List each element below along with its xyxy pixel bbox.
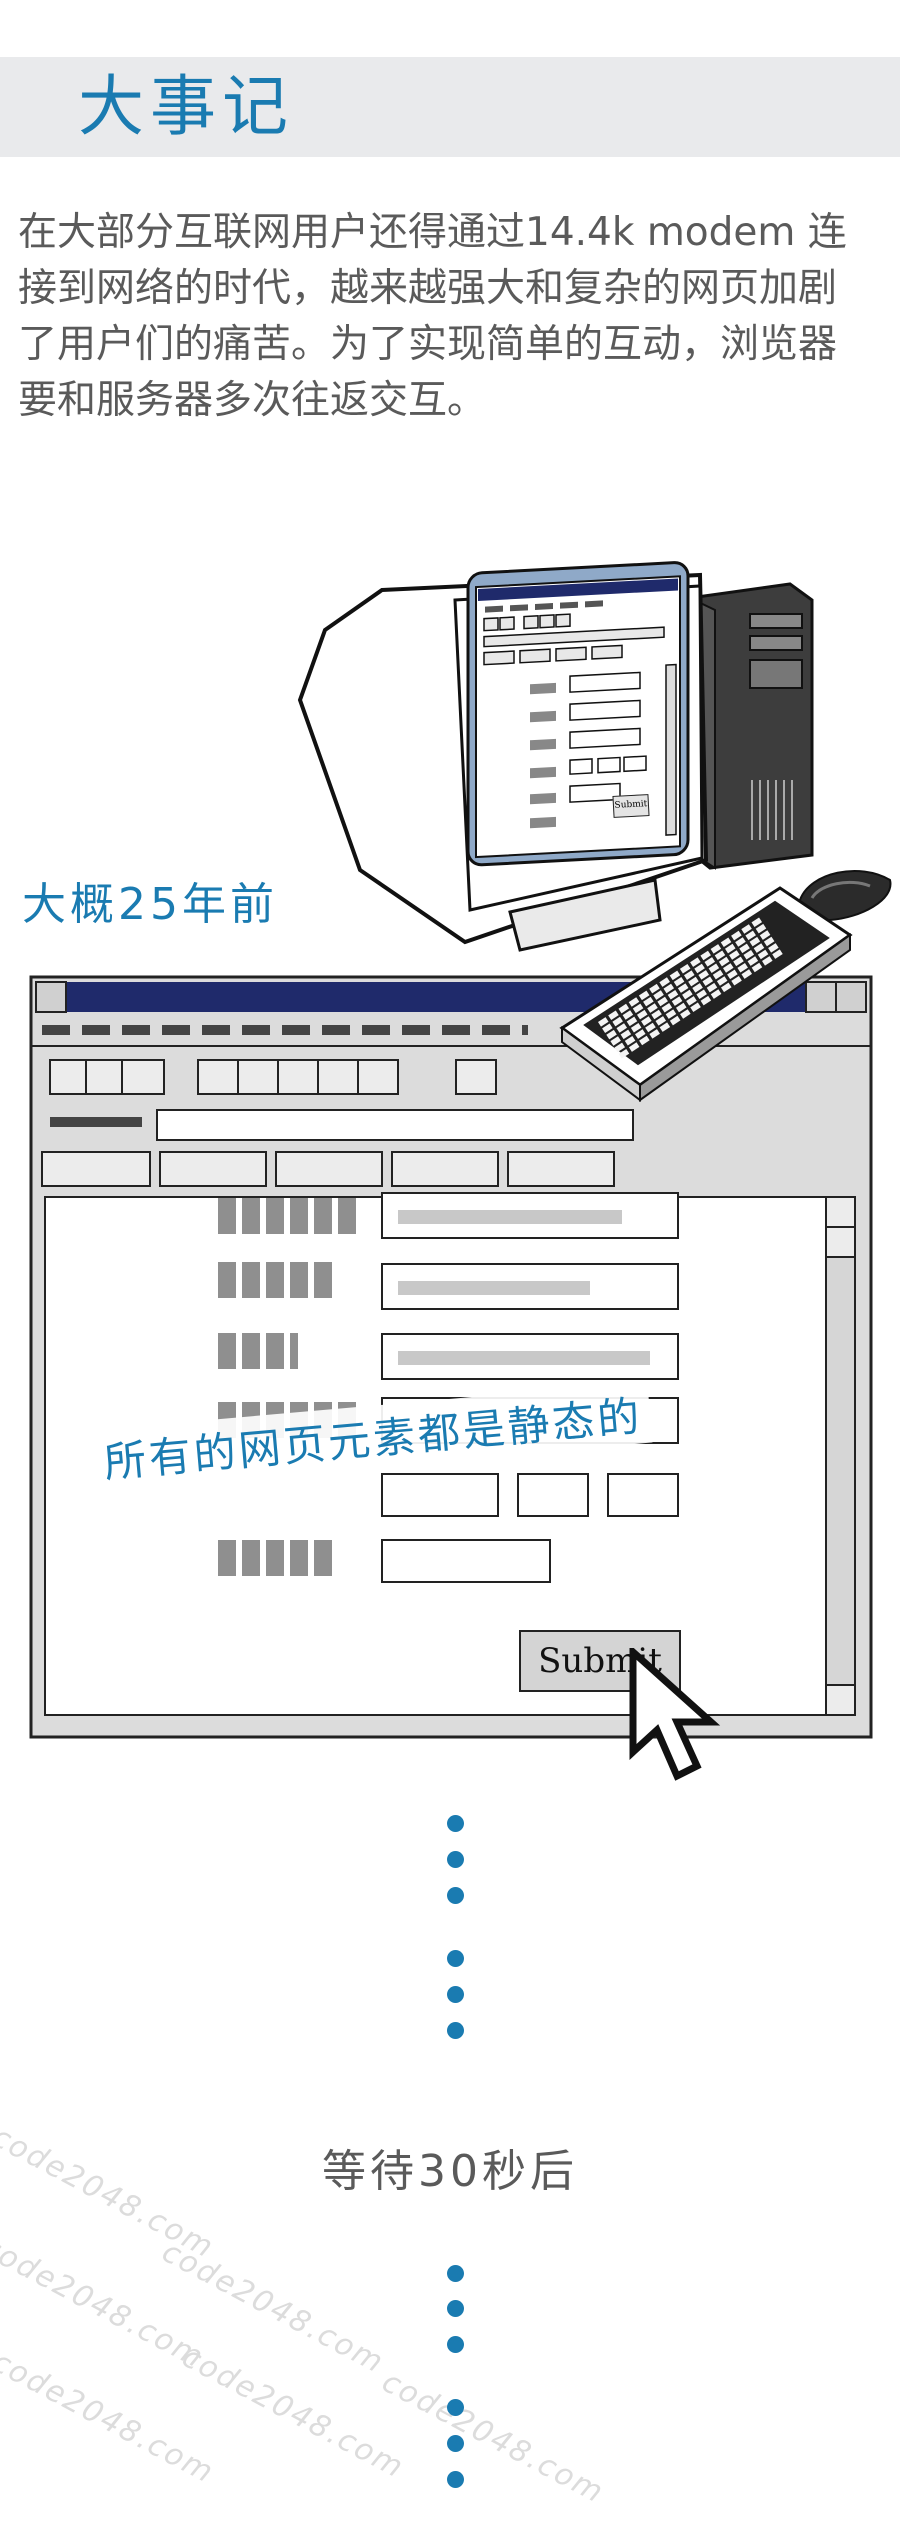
timeline-dot [447,2471,464,2488]
timeline-dot [447,2265,464,2282]
timeline-dot [447,2300,464,2317]
cursor-icon [629,1648,721,1781]
tower-icon [688,582,814,870]
intro-paragraph: 在大部分互联网用户还得通过14.4k modem 连接到网络的时代，越来越强大和… [18,210,847,423]
watermark: code2048.com [376,2364,611,2511]
keyboard-icon [559,886,853,1102]
timeline-dot [447,2336,464,2353]
monitor-submit-button: Submit [612,794,650,818]
timeline-dot [447,2022,464,2039]
timeline-dot [447,2435,464,2452]
page-title: 大事记 [78,68,294,145]
timeline-dot [447,1950,464,1967]
timeline-dot [447,2399,464,2416]
timeline-dot [447,1815,464,1832]
timeline-dot [447,1887,464,1904]
timeline-dot [447,1851,464,1868]
timeline-dot [447,1986,464,2003]
wait-label: 等待30秒后 [322,2146,578,2197]
